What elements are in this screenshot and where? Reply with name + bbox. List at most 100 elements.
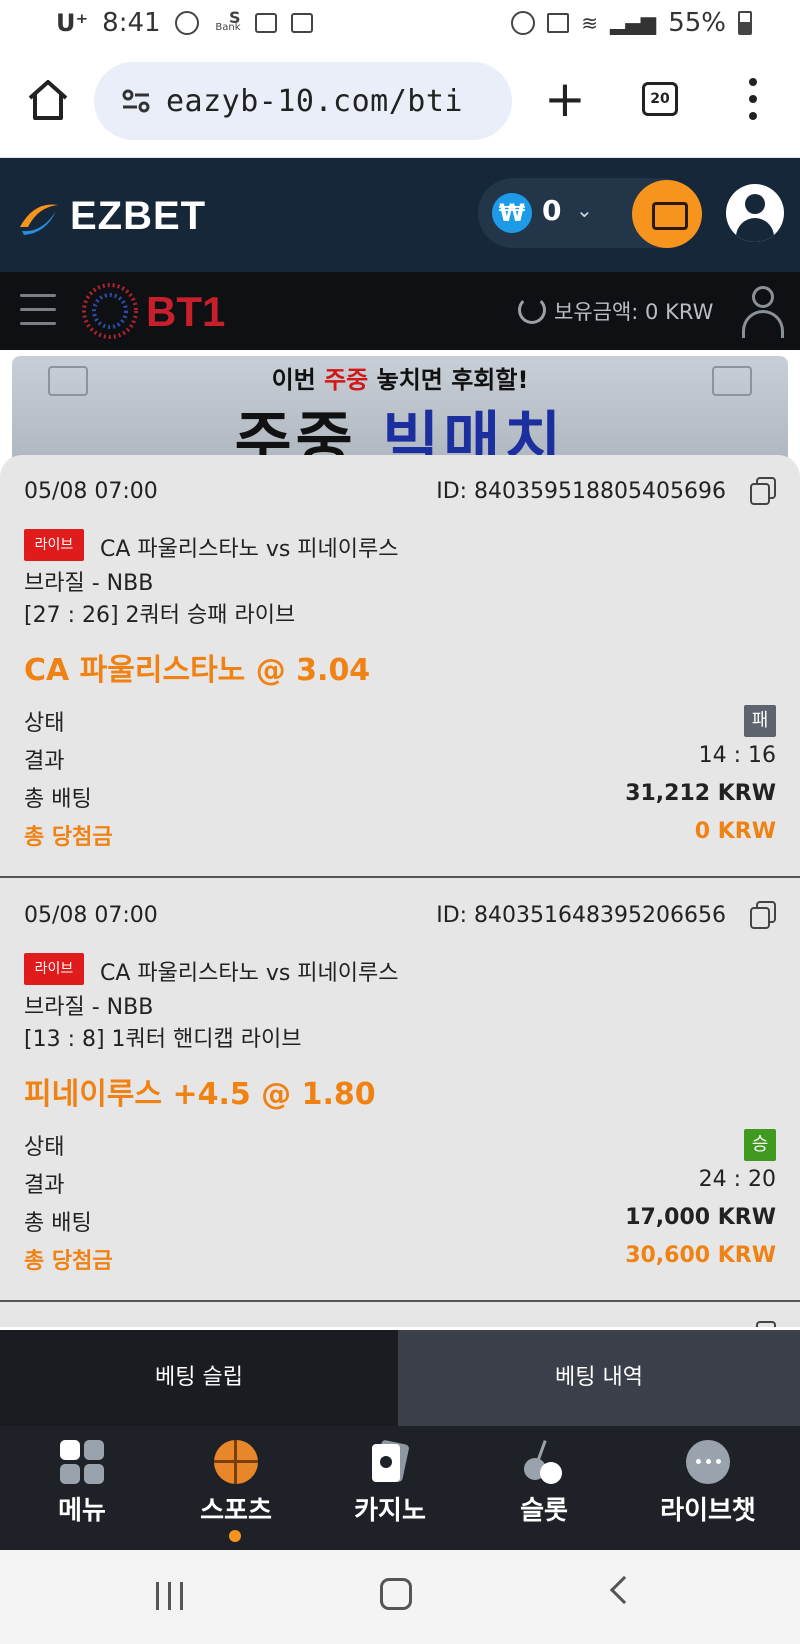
nav-menu-label: 메뉴 — [58, 1496, 106, 1526]
chat-icon — [686, 1440, 730, 1484]
status-badge: 승 — [744, 1129, 776, 1161]
bank-status-icon: S Bank — [215, 8, 241, 33]
balance-display: 보유금액: 0 KRW — [554, 296, 713, 326]
chevron-down-icon: ⌄ — [576, 198, 593, 222]
wallet-balance: 0 — [542, 194, 562, 227]
address-bar[interactable]: eazyb-10.com/bti — [94, 62, 512, 140]
nav-casino-label: 카지노 — [354, 1496, 426, 1526]
nav-casino[interactable]: 카지노 — [320, 1439, 460, 1527]
balance-value: 0 KRW — [645, 300, 714, 324]
bet-pick: CA 파울리스타노 @ 3.04 — [24, 653, 371, 688]
stake-value: 31,212 KRW — [625, 781, 776, 806]
user-profile-icon[interactable] — [726, 184, 784, 242]
new-tab-button[interactable]: + — [544, 74, 586, 124]
bt1-logo-text: BT1 — [146, 288, 225, 335]
cherry-icon — [522, 1440, 566, 1484]
cards-icon — [368, 1439, 412, 1484]
payout-value: 30,600 KRW — [625, 1243, 776, 1268]
copy-icon[interactable] — [750, 1321, 776, 1327]
market-name: [13 : 8] 1쿼터 핸디캡 라이브 — [24, 1027, 302, 1052]
site-header: EZBET ₩ 0 ⌄ — [0, 158, 800, 272]
bet-card-partial — [0, 1303, 800, 1327]
nav-sports[interactable]: 스포츠 — [166, 1440, 306, 1527]
refresh-icon[interactable] — [518, 296, 546, 324]
clock: 8:41 — [102, 8, 161, 38]
league-name: 브라질 - NBB — [24, 995, 154, 1020]
battery-percent: 55% — [668, 8, 726, 38]
deposit-button[interactable] — [632, 180, 702, 248]
home-icon[interactable] — [26, 78, 70, 122]
bottom-navigation: 메뉴 스포츠 카지노 슬롯 라이브챗 — [0, 1426, 800, 1550]
bet-card: 05/08 07:00 ID: 840351648395206656 라이브 C… — [0, 879, 800, 1302]
status-label: 상태 — [24, 1135, 65, 1160]
ezbet-swoosh-icon — [20, 203, 58, 235]
logo-text: EZBET — [70, 194, 207, 238]
payout-label: 총 당첨금 — [24, 825, 113, 850]
tab-switcher-button[interactable]: 20 — [642, 82, 678, 116]
live-badge: 라이브 — [24, 529, 84, 561]
copy-icon[interactable] — [750, 477, 776, 505]
bet-datetime: 05/08 07:00 — [24, 903, 158, 928]
status-bar: U⁺ 8:41 S Bank ≋ ▂▄▆ 55% — [0, 0, 800, 48]
payout-value: 0 KRW — [694, 819, 776, 844]
mute-icon — [547, 13, 570, 33]
carrier-label: U⁺ — [56, 9, 89, 37]
tab-bet-history[interactable]: 베팅 내역 — [398, 1330, 800, 1426]
stake-label: 총 배팅 — [24, 1211, 92, 1236]
payout-label: 총 당첨금 — [24, 1249, 113, 1274]
result-value: 14 : 16 — [698, 743, 776, 768]
won-currency-icon: ₩ — [492, 193, 532, 233]
url-text: eazyb-10.com/bti — [166, 83, 463, 119]
bet-card: 05/08 07:00 ID: 840359518805405696 라이브 C… — [0, 455, 800, 878]
site-settings-icon[interactable] — [122, 89, 150, 113]
result-value: 24 : 20 — [698, 1167, 776, 1192]
system-home-icon[interactable] — [380, 1578, 412, 1610]
browser-toolbar: eazyb-10.com/bti + 20 — [0, 48, 800, 158]
signal-icon: ▂▄▆ — [610, 11, 657, 35]
stake-label: 총 배팅 — [24, 787, 92, 812]
bet-history-sheet: 05/08 07:00 ID: 840359518805405696 라이브 C… — [0, 455, 800, 1327]
nav-slots-label: 슬롯 — [520, 1496, 568, 1526]
match-name: CA 파울리스타노 vs 피네이루스 — [100, 537, 399, 562]
nav-menu[interactable]: 메뉴 — [12, 1440, 152, 1527]
grid-icon — [60, 1440, 104, 1484]
back-icon[interactable] — [609, 1575, 639, 1605]
bet-slip-tabs: 베팅 슬립 베팅 내역 — [0, 1330, 800, 1426]
league-name: 브라질 - NBB — [24, 571, 154, 596]
recents-icon[interactable] — [156, 1582, 188, 1610]
alarm-icon — [511, 11, 536, 35]
account-status-icon — [174, 11, 199, 35]
nav-sports-label: 스포츠 — [200, 1496, 272, 1526]
result-label: 결과 — [24, 749, 65, 774]
bet-id: ID: 840351648395206656 — [436, 903, 726, 928]
ezbet-logo[interactable]: EZBET — [16, 194, 206, 239]
volte-icon — [254, 13, 277, 33]
account-icon[interactable] — [740, 286, 786, 338]
live-badge: 라이브 — [24, 953, 84, 985]
hamburger-menu-icon[interactable] — [20, 294, 56, 328]
nav-livechat[interactable]: 라이브챗 — [638, 1440, 778, 1527]
basketball-icon — [214, 1440, 258, 1484]
nav-livechat-label: 라이브챗 — [660, 1496, 756, 1526]
copy-icon[interactable] — [750, 901, 776, 929]
status-badge: 패 — [744, 705, 776, 737]
tab-bet-slip[interactable]: 베팅 슬립 — [0, 1330, 398, 1426]
status-label: 상태 — [24, 711, 65, 736]
bt1-logo: BT1 — [82, 283, 225, 339]
battery-icon — [738, 11, 752, 35]
stake-value: 17,000 KRW — [625, 1205, 776, 1230]
active-indicator-dot — [229, 1530, 241, 1542]
image-notification-icon — [290, 13, 313, 33]
wifi-icon: ≋ — [581, 11, 599, 35]
nav-slots[interactable]: 슬롯 — [474, 1440, 614, 1527]
bank-icon-label: Bank — [215, 22, 241, 33]
more-options-icon[interactable] — [748, 78, 758, 124]
bet-id: ID: 840359518805405696 — [436, 479, 726, 504]
sportsbook-bar: BT1 보유금액: 0 KRW — [0, 272, 800, 350]
result-label: 결과 — [24, 1173, 65, 1198]
bet-pick: 피네이루스 +4.5 @ 1.80 — [24, 1077, 376, 1112]
match-name: CA 파울리스타노 vs 피네이루스 — [100, 961, 399, 986]
balance-label: 보유금액: — [554, 300, 639, 324]
promo-banner[interactable]: 이번 주중 놓치면 후회할! 주중 빅매치 — [12, 356, 788, 466]
market-name: [27 : 26] 2쿼터 승패 라이브 — [24, 603, 296, 628]
